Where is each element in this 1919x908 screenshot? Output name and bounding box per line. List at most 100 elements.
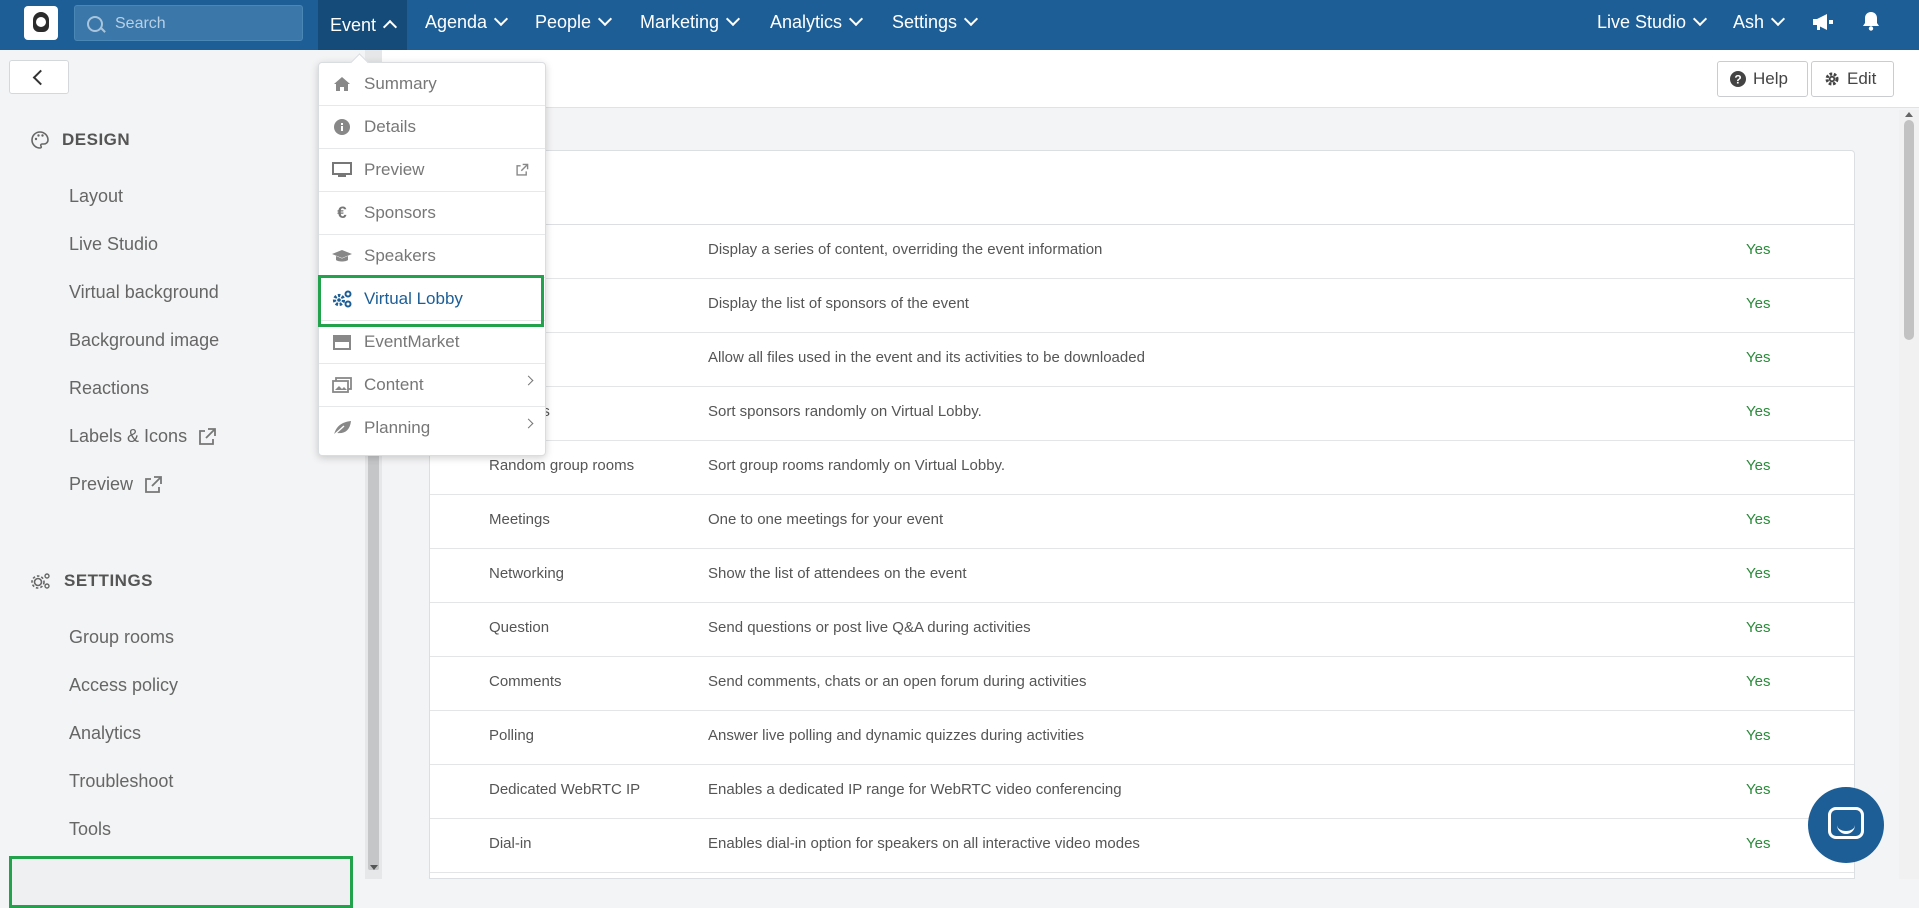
- tool-name: Networking: [489, 565, 565, 582]
- nav-analytics[interactable]: Analytics: [770, 0, 864, 44]
- tool-description: Sort group rooms randomly on Virtual Lob…: [708, 457, 1006, 474]
- sidebar-item-label: Analytics: [69, 723, 142, 743]
- table-row[interactable]: Display a series of content, overriding …: [430, 224, 1854, 279]
- nav-settings[interactable]: Settings: [892, 0, 979, 44]
- settings-title-label: SETTINGS: [64, 571, 154, 590]
- graduation-cap-icon: [332, 250, 352, 262]
- edit-button[interactable]: Edit: [1811, 61, 1894, 97]
- search-box[interactable]: [74, 5, 303, 42]
- home-icon: [334, 77, 350, 91]
- tool-name: Question: [489, 619, 550, 636]
- tool-description: Allow all files used in the event and it…: [708, 349, 1145, 366]
- tool-description: Enables dial-in option for speakers on a…: [708, 835, 1140, 852]
- sidebar-item-virtual-background[interactable]: Virtual background: [69, 282, 219, 303]
- tools-table-card: Display a series of content, overriding …: [429, 150, 1855, 879]
- gears-icon: [31, 573, 50, 589]
- sidebar-item-label: Troubleshoot: [69, 771, 174, 791]
- sidebar-item-labels-icons[interactable]: Labels & Icons: [69, 426, 217, 447]
- nav-people-label: People: [535, 11, 592, 32]
- nav-marketing-label: Marketing: [640, 11, 720, 32]
- monitor-icon: [332, 162, 352, 177]
- menu-item-eventmarket[interactable]: EventMarket: [319, 321, 545, 364]
- tool-name: Dial-in: [489, 835, 532, 852]
- table-row[interactable]: Question Send questions or post live Q&A …: [430, 602, 1854, 657]
- user-name: Ash: [1733, 11, 1765, 32]
- sidebar-item-label: Virtual background: [69, 282, 219, 302]
- card-header: [430, 151, 1854, 225]
- sidebar-item-reactions[interactable]: Reactions: [69, 378, 149, 399]
- app-logo[interactable]: [24, 6, 58, 40]
- table-row[interactable]: Dial-in Enables dial-in option for speake…: [430, 818, 1854, 873]
- chevron-down-icon: [1770, 11, 1786, 27]
- menu-item-label: Planning: [364, 418, 431, 437]
- tool-description: Send comments, chats or an open forum du…: [708, 673, 1087, 690]
- menu-item-label: Details: [364, 117, 416, 136]
- menu-item-preview[interactable]: Preview: [319, 149, 545, 192]
- edit-label: Edit: [1847, 69, 1877, 88]
- sidebar-item-tools[interactable]: Tools: [69, 819, 111, 840]
- info-icon: [334, 119, 350, 135]
- tool-enabled-value: Yes: [1746, 295, 1771, 312]
- sidebar-item-layout[interactable]: Layout: [69, 186, 123, 207]
- sidebar-item-label: Group rooms: [69, 627, 175, 647]
- sidebar-item-preview[interactable]: Preview: [69, 474, 163, 495]
- help-button[interactable]: ? Help: [1717, 61, 1808, 97]
- table-row[interactable]: Dedicated WebRTC IP Enables a dedicated I…: [430, 764, 1854, 819]
- scrollbar-thumb[interactable]: [1904, 120, 1914, 340]
- tool-name: Comments: [489, 673, 562, 690]
- main-scrollbar[interactable]: [1899, 110, 1919, 879]
- menu-item-sponsors[interactable]: € Sponsors: [319, 192, 545, 235]
- menu-item-speakers[interactable]: Speakers: [319, 235, 545, 278]
- tool-enabled-value: Yes: [1746, 511, 1771, 528]
- table-row[interactable]: Allow all files used in the event and it…: [430, 332, 1854, 387]
- menu-item-summary[interactable]: Summary: [319, 63, 545, 106]
- sidebar-item-label: Live Studio: [69, 234, 159, 254]
- sidebar-item-live-studio[interactable]: Live Studio: [69, 234, 158, 255]
- table-row[interactable]: Comments Send comments, chats or an open …: [430, 656, 1854, 711]
- table-row[interactable]: Polling Answer live polling and dynamic q…: [430, 710, 1854, 765]
- sidebar: DESIGN Layout Live Studio Virtual backgr…: [0, 50, 365, 908]
- bell-icon[interactable]: [1862, 11, 1880, 31]
- search-icon: [87, 16, 103, 32]
- nav-user-menu[interactable]: Ash: [1733, 0, 1786, 44]
- menu-item-content[interactable]: Content: [319, 364, 545, 407]
- table-row[interactable]: sDisplay the list of sponsors of the eve…: [430, 278, 1854, 333]
- sidebar-item-access-policy[interactable]: Access policy: [69, 675, 178, 696]
- tool-enabled-value: Yes: [1746, 349, 1771, 366]
- chat-launcher-button[interactable]: [1808, 787, 1884, 863]
- sidebar-item-tools-highlight[interactable]: [9, 856, 353, 908]
- scroll-up-arrow-icon[interactable]: [1905, 112, 1913, 117]
- sidebar-item-troubleshoot[interactable]: Troubleshoot: [69, 771, 173, 792]
- nav-settings-label: Settings: [892, 11, 958, 32]
- search-input[interactable]: [113, 6, 297, 42]
- sidebar-item-group-rooms[interactable]: Group rooms: [69, 627, 174, 648]
- menu-item-planning[interactable]: Planning: [319, 407, 545, 450]
- tool-enabled-value: Yes: [1746, 673, 1771, 690]
- tool-description: Answer live polling and dynamic quizzes …: [708, 727, 1085, 744]
- scroll-down-arrow-icon[interactable]: [370, 865, 378, 870]
- tool-name: Random group rooms: [489, 457, 635, 474]
- gear-icon: [1825, 72, 1839, 86]
- external-link-icon: [145, 475, 162, 493]
- nav-agenda[interactable]: Agenda: [425, 0, 509, 44]
- nav-marketing[interactable]: Marketing: [640, 0, 741, 44]
- table-row[interactable]: sponsorsSort sponsors randomly on Virtua…: [430, 386, 1854, 441]
- sidebar-item-label: Labels & Icons: [69, 426, 188, 446]
- nav-event[interactable]: Event: [318, 0, 408, 50]
- back-button[interactable]: [9, 60, 69, 94]
- nav-people[interactable]: People: [535, 0, 613, 44]
- chevron-down-icon: [1692, 11, 1708, 27]
- tool-description: Display the list of sponsors of the even…: [708, 295, 969, 312]
- sidebar-item-background-image[interactable]: Background image: [69, 330, 219, 351]
- table-row[interactable]: Networking Show the list of attendees on …: [430, 548, 1854, 603]
- nav-live-studio[interactable]: Live Studio: [1597, 0, 1708, 44]
- sidebar-item-analytics[interactable]: Analytics: [69, 723, 141, 744]
- tool-enabled-value: Yes: [1746, 835, 1771, 852]
- megaphone-icon[interactable]: [1812, 13, 1834, 31]
- content-header: ? Help Edit: [382, 50, 1919, 108]
- tool-enabled-value: Yes: [1746, 727, 1771, 744]
- table-row[interactable]: Meetings One to one meetings for your eve…: [430, 494, 1854, 549]
- menu-item-details[interactable]: Details: [319, 106, 545, 149]
- tool-description: Send questions or post live Q&A during a…: [708, 619, 1031, 636]
- table-row[interactable]: Random group rooms Sort group rooms rando…: [430, 440, 1854, 495]
